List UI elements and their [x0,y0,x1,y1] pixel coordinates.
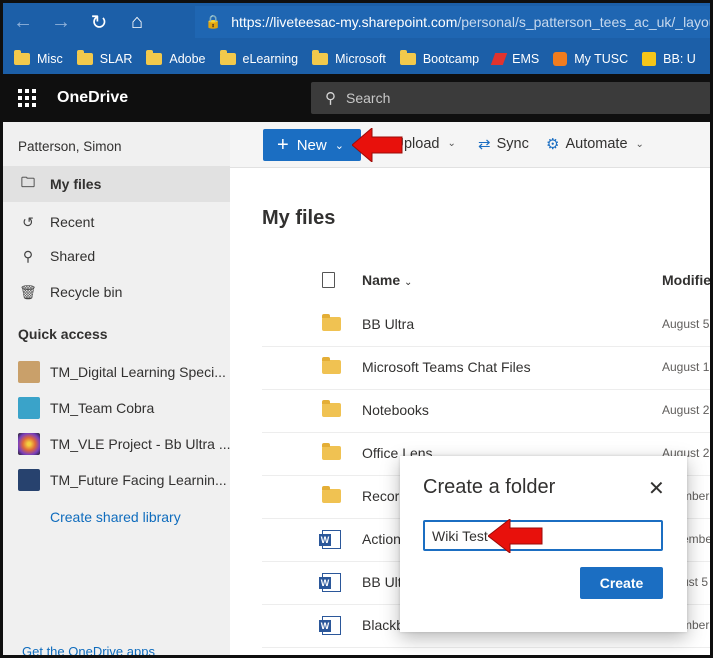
history-icon: ↺ [22,213,34,230]
home-icon[interactable]: ⌂ [122,7,152,37]
item-modified: August 5 [662,317,710,331]
chevron-down-icon: ⌄ [447,138,456,149]
app-launcher-icon[interactable] [3,74,51,122]
folder-icon [322,400,341,417]
folder-icon [399,50,416,65]
bookmark-bootcamp[interactable]: Bootcamp [399,50,479,66]
create-button[interactable]: Create [580,567,663,599]
page-title: My files [262,207,336,229]
item-name[interactable]: BB Ult [362,574,402,590]
search-placeholder: Search [346,90,391,106]
bookmarks-bar: Misc SLAR Adobe eLearning Microsoft Boot… [0,44,713,74]
item-name[interactable]: Notebooks [362,402,429,418]
nav-item-recent[interactable]: ↺ Recent [3,204,230,240]
item-name[interactable]: Action [362,531,401,547]
url-path: /personal/s_patterson_tees_ac_uk/_layou [457,14,713,30]
bookmark-microsoft[interactable]: Microsoft [312,50,386,66]
folder-icon [322,357,341,374]
sync-icon: ⇄ [478,136,491,153]
item-name[interactable]: Microsoft Teams Chat Files [362,359,531,375]
nav-item-shared[interactable]: ⚲ Shared [3,238,230,274]
column-header-modified[interactable]: Modifie [662,272,711,288]
item-name[interactable]: Blackb [362,617,404,633]
address-bar[interactable]: 🔒 https://liveteesac-my.sharepoint.com/p… [195,6,713,38]
folder-icon [322,486,341,503]
folder-icon [322,443,341,460]
library-thumbnail [18,397,40,419]
quick-access-heading: Quick access [18,326,108,342]
word-document-icon [319,573,341,592]
library-item[interactable]: TM_VLE Project - Bb Ultra ... [3,426,230,462]
sync-button[interactable]: ⇄ Sync [478,135,529,153]
library-item[interactable]: TM_Future Facing Learnin... [3,462,230,498]
search-icon: ⚲ [325,90,336,107]
chevron-down-icon: ⌄ [635,138,644,150]
create-shared-library-link[interactable]: Create shared library [50,509,181,525]
app-brand[interactable]: OneDrive [57,89,128,107]
ems-logo-icon [490,53,508,65]
file-type-icon [322,272,335,288]
tusc-logo-icon [553,52,568,66]
folder-icon [146,50,163,65]
bookmark-elearning[interactable]: eLearning [219,50,298,66]
item-modified: August 2 [662,403,710,417]
app-header: OneDrive ⚲ Search [3,74,711,122]
left-navigation: Patterson, Simon 🗀 My files ↺ Recent ⚲ S… [3,122,230,658]
browser-toolbar: ← → ↻ ⌂ 🔒 https://liveteesac-my.sharepoi… [0,0,713,44]
url-host: https://liveteesac-my.sharepoint.com [231,14,458,30]
annotation-arrow-new [352,128,403,162]
forward-icon[interactable]: → [46,7,76,37]
nav-item-recycle-bin[interactable]: 🗑 Recycle bin [3,274,230,310]
library-thumbnail [18,361,40,383]
bookmark-adobe[interactable]: Adobe [146,50,206,66]
lock-icon: 🔒 [205,14,222,29]
folder-icon [76,50,93,65]
library-thumbnail [18,469,40,491]
list-item[interactable]: Notebooks August 2 [262,390,710,433]
back-icon[interactable]: ← [8,7,38,37]
bookmark-my-tusc[interactable]: My TUSC [553,52,628,66]
list-item[interactable]: BB Ultra August 5 [262,304,710,347]
folder-icon [14,50,30,65]
automate-button[interactable]: ⚙ Automate ⌄ [546,135,644,153]
column-header-name[interactable]: Name ⌄ [362,272,412,288]
automate-icon: ⚙ [546,136,560,153]
refresh-icon[interactable]: ↻ [84,7,114,37]
word-document-icon [319,616,341,635]
bookmark-slar[interactable]: SLAR [76,50,132,66]
folder-icon [312,50,329,65]
word-document-icon [319,530,341,549]
folder-icon [322,314,341,331]
search-box[interactable]: ⚲ Search [311,82,711,114]
recycle-bin-icon: 🗑 [19,283,37,300]
bookmark-bb[interactable]: BB: U [642,52,696,66]
annotation-arrow-input [488,519,543,553]
list-item[interactable]: Microsoft Teams Chat Files August 1 [262,347,710,390]
get-apps-link[interactable]: Get the OneDrive apps [22,644,155,658]
pencil-icon [642,52,657,66]
command-bar: + New ⌄ ↑ Upload ⌄ ⇄ Sync ⚙ Automate ⌄ [230,122,710,168]
library-thumbnail [18,433,40,455]
column-header-row: Name ⌄ Modifie [262,262,711,298]
nav-item-my-files[interactable]: 🗀 My files [3,166,230,202]
bookmark-ems[interactable]: EMS [490,52,539,66]
plus-icon: + [277,134,289,156]
item-name[interactable]: Recor [362,488,399,504]
people-icon: ⚲ [22,247,34,264]
new-button[interactable]: + New ⌄ [263,129,361,161]
folder-icon [219,50,236,65]
chevron-down-icon: ⌄ [334,139,344,152]
user-name: Patterson, Simon [18,139,122,154]
close-icon[interactable]: ✕ [648,476,665,501]
library-item[interactable]: TM_Digital Learning Speci... [3,354,230,390]
library-item[interactable]: TM_Team Cobra [3,390,230,426]
item-name[interactable]: BB Ultra [362,316,414,332]
folder-icon: 🗀 [21,174,35,190]
item-modified: August 1 [662,360,710,374]
bookmark-misc[interactable]: Misc [14,50,63,66]
dialog-title: Create a folder [423,476,556,498]
